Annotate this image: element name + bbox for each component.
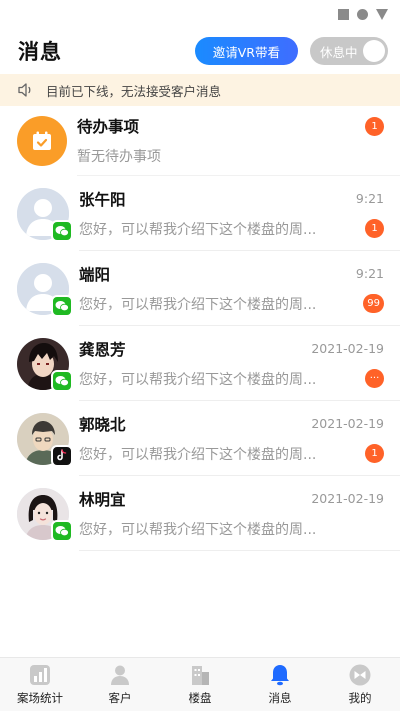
contact-name: 龚恩芳 [79,340,126,359]
wechat-icon [51,519,73,542]
status-bar [0,0,400,28]
tab-label: 案场统计 [17,691,63,705]
message-list: 待办事项 1 暂无待办事项 张午阳 9:21 您好，可以帮我介绍下这个楼盘的周.… [0,106,400,551]
unread-count-badge: 99 [363,294,384,313]
unread-count-badge: 1 [365,219,384,238]
conversation-item[interactable]: 张午阳 9:21 您好，可以帮我介绍下这个楼盘的周... 1 [0,176,400,251]
wechat-icon [51,219,73,242]
contact-name: 端阳 [79,265,111,284]
contact-name: 张午阳 [79,190,126,209]
bell-icon [271,665,289,686]
contact-name: 郭晓北 [79,415,126,434]
tab-label: 客户 [108,691,132,705]
offline-notice: 目前已下线，无法接受客户消息 [0,74,400,106]
tab-profile[interactable]: 我的 [320,658,400,711]
bottom-tab-bar: 案场统计 客户 楼盘 消息 我的 [0,657,400,711]
message-preview: 您好，可以帮我介绍下这个楼盘的周... [79,521,317,538]
page-title: 消息 [18,40,62,64]
toggle-knob [363,40,385,62]
rest-toggle[interactable]: 休息中 [310,37,388,65]
speaker-icon [18,83,31,97]
contact-name: 林明宜 [79,490,126,509]
wechat-icon [51,294,73,317]
status-triangle-icon [376,8,388,20]
unread-count-badge: 1 [365,444,384,463]
rest-toggle-label: 休息中 [320,44,358,60]
tab-customers[interactable]: 客户 [80,658,160,711]
tab-statistics[interactable]: 案场统计 [0,658,80,711]
person-icon [111,665,129,685]
profile-icon [349,664,371,686]
conversation-item[interactable]: 郭晓北 2021-02-19 您好，可以帮我介绍下这个楼盘的周... 1 [0,401,400,476]
status-circle-icon [357,8,368,20]
message-preview: 您好，可以帮我介绍下这个楼盘的周... [79,296,317,313]
todo-calendar-icon [17,116,67,166]
todo-preview: 暂无待办事项 [77,149,161,165]
tab-label: 我的 [348,691,372,705]
unread-count-badge: 1 [365,116,384,136]
message-preview: 您好，可以帮我介绍下这个楼盘的周... [79,221,317,238]
header: 消息 邀请VR带看 休息中 [0,28,400,74]
building-icon [192,666,209,685]
todo-title: 待办事项 [77,118,140,136]
tiktok-icon [51,444,73,467]
message-time: 9:21 [355,191,384,206]
conversation-item[interactable]: 林明宜 2021-02-19 您好，可以帮我介绍下这个楼盘的周... [0,476,400,551]
notice-text: 目前已下线，无法接受客户消息 [46,83,222,99]
tab-label: 楼盘 [188,691,212,705]
conversation-item[interactable]: 龚恩芳 2021-02-19 您好，可以帮我介绍下这个楼盘的周... ··· [0,326,400,401]
wechat-icon [51,369,73,392]
conversation-item[interactable]: 端阳 9:21 您好，可以帮我介绍下这个楼盘的周... 99 [0,251,400,326]
invite-vr-button[interactable]: 邀请VR带看 [194,37,298,65]
message-time: 9:21 [355,266,384,281]
message-time: 2021-02-19 [311,491,384,506]
tab-properties[interactable]: 楼盘 [160,658,240,711]
todo-item[interactable]: 待办事项 1 暂无待办事项 [0,106,400,176]
tab-label: 消息 [268,691,292,705]
chart-icon [30,665,50,685]
message-preview: 您好，可以帮我介绍下这个楼盘的周... [79,446,317,463]
tab-messages[interactable]: 消息 [240,658,320,711]
message-time: 2021-02-19 [311,416,384,431]
message-preview: 您好，可以帮我介绍下这个楼盘的周... [79,371,317,388]
unread-count-badge: ··· [365,369,384,388]
message-time: 2021-02-19 [311,341,384,356]
status-square-icon [338,8,349,20]
